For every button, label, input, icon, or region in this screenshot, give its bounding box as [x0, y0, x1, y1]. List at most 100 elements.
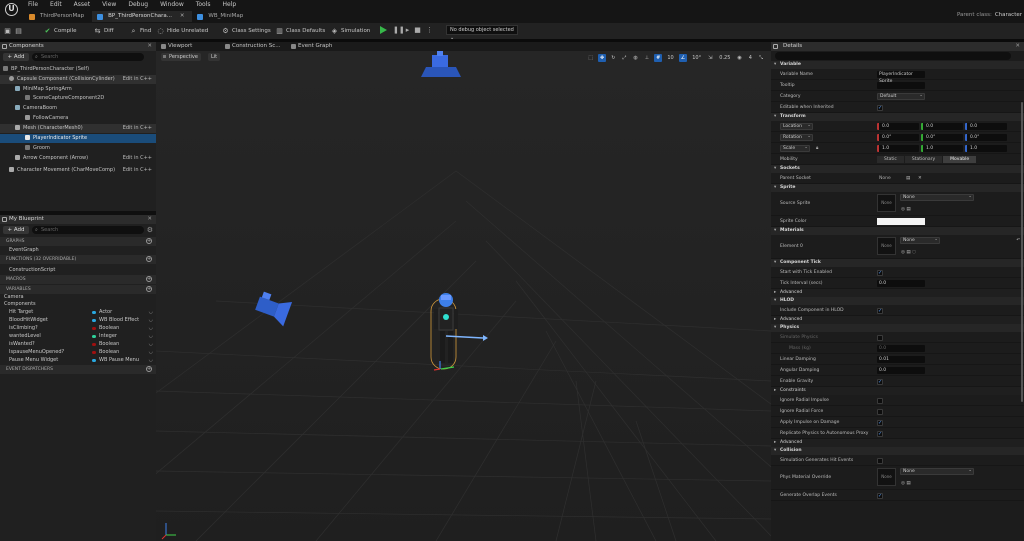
gear-icon[interactable]: ⚙: [147, 226, 153, 234]
find-button[interactable]: ⌕ Find: [130, 26, 152, 37]
browse-phys-material-icon[interactable]: ◎ ▤: [901, 478, 911, 489]
visibility-eye-icon[interactable]: ◡: [149, 340, 153, 348]
view-mode-dropdown[interactable]: Lit: [208, 53, 221, 61]
menu-debug[interactable]: Debug: [128, 1, 148, 8]
rotation-x[interactable]: 0.0°: [877, 134, 919, 141]
variable-row[interactable]: isClimbing? Boolean ◡: [0, 324, 156, 332]
tab-event-graph[interactable]: Event Graph: [290, 42, 332, 51]
components-search-input[interactable]: Search: [32, 53, 144, 61]
tab-viewport[interactable]: Viewport: [160, 42, 192, 51]
menu-view[interactable]: View: [102, 1, 116, 8]
translate-tool-icon[interactable]: ✥: [597, 53, 607, 62]
section-hlod[interactable]: HLOD: [771, 297, 1024, 305]
camera-speed-icon[interactable]: ◉: [735, 54, 743, 62]
tree-item-followcamera[interactable]: FollowCamera: [0, 114, 156, 123]
linear-damping-field[interactable]: 0.01: [877, 356, 925, 363]
menu-tools[interactable]: Tools: [196, 1, 211, 8]
visibility-eye-icon[interactable]: ◡: [149, 308, 153, 316]
unreal-logo-icon[interactable]: U: [5, 3, 18, 16]
hide-unrelated-button[interactable]: ◌ Hide Unrelated: [157, 26, 208, 37]
edit-in-cpp-link[interactable]: Edit in C++: [123, 154, 152, 163]
start-tick-checkbox[interactable]: ✓: [877, 270, 883, 276]
hit-events-checkbox[interactable]: [877, 458, 883, 464]
browse-button[interactable]: ▤: [15, 26, 22, 37]
variables-section-header[interactable]: VARIABLES +: [0, 285, 156, 294]
save-button[interactable]: ▣: [4, 26, 11, 37]
mobility-static[interactable]: Static: [877, 156, 904, 163]
tab-bp-thirdpersoncharacter[interactable]: BP_ThirdPersonChara... ✕: [92, 11, 193, 22]
more-options-icon[interactable]: ⋮: [425, 26, 434, 35]
menu-window[interactable]: Window: [160, 1, 184, 8]
add-dispatcher-icon[interactable]: +: [146, 366, 152, 372]
generate-overlap-checkbox[interactable]: ✓: [877, 493, 883, 499]
variable-name-field[interactable]: PlayerIndicator Sprite: [877, 71, 925, 84]
section-materials[interactable]: Materials: [771, 227, 1024, 235]
add-macro-icon[interactable]: +: [146, 276, 152, 282]
sprite-thumbnail[interactable]: None: [877, 194, 896, 212]
editable-checkbox[interactable]: ✓: [877, 105, 883, 111]
scale-dropdown[interactable]: Scale: [780, 145, 810, 152]
tree-item-arrow[interactable]: Arrow Component (Arrow) Edit in C++: [0, 154, 156, 163]
location-x[interactable]: 0.0: [877, 123, 919, 130]
mobility-stationary[interactable]: Stationary: [904, 156, 943, 163]
enable-gravity-checkbox[interactable]: ✓: [877, 379, 883, 385]
rotate-tool-icon[interactable]: ↻: [609, 54, 617, 62]
visibility-eye-icon[interactable]: ◡: [149, 332, 153, 340]
replicate-physics-checkbox[interactable]: ✓: [877, 431, 883, 437]
menu-file[interactable]: File: [28, 1, 38, 8]
add-member-button[interactable]: + Add: [3, 226, 29, 234]
section-variable[interactable]: Variable: [771, 61, 1024, 69]
clear-socket-icon[interactable]: ✕: [918, 173, 922, 184]
phys-material-dropdown[interactable]: None: [900, 468, 974, 475]
section-component-tick[interactable]: Component Tick: [771, 259, 1024, 267]
rotation-snap-value[interactable]: 10°: [690, 54, 703, 62]
graphs-section-header[interactable]: GRAPHS +: [0, 237, 156, 246]
camera-speed-value[interactable]: 4: [747, 54, 754, 62]
variable-row[interactable]: Pause Menu Widget WB Pause Menu ◡: [0, 356, 156, 364]
browse-socket-icon[interactable]: ▤: [906, 173, 910, 184]
section-sockets[interactable]: Sockets: [771, 165, 1024, 173]
visibility-eye-icon[interactable]: ◡: [149, 316, 153, 324]
step-button[interactable]: ▸: [403, 26, 412, 35]
location-dropdown[interactable]: Location: [780, 123, 813, 130]
browse-material-icon[interactable]: ◎ ▤ ◌: [901, 247, 916, 258]
class-settings-button[interactable]: ⚙ Class Settings: [222, 26, 270, 37]
category-dropdown[interactable]: Default: [877, 93, 925, 100]
edit-in-cpp-link[interactable]: Edit in C++: [123, 75, 152, 84]
tab-thirdpersonmap[interactable]: ThirdPersonMap: [24, 11, 92, 22]
close-icon[interactable]: ✕: [147, 42, 152, 51]
hlod-advanced-toggle[interactable]: Advanced: [771, 316, 1024, 324]
rotation-snap-toggle-icon[interactable]: ∠: [678, 53, 688, 62]
variable-row[interactable]: Hit Target Actor ◡: [0, 308, 156, 316]
grid-snap-value[interactable]: 10: [665, 54, 675, 62]
stop-button[interactable]: ■: [413, 26, 422, 35]
visibility-eye-icon[interactable]: ◡: [149, 356, 153, 364]
ignore-impulse-checkbox[interactable]: [877, 398, 883, 404]
tick-advanced-toggle[interactable]: Advanced: [771, 289, 1024, 297]
scale-y[interactable]: 1.0: [921, 145, 963, 152]
rotation-z[interactable]: 0.0°: [965, 134, 1007, 141]
sprite-color-swatch[interactable]: [877, 218, 925, 225]
world-space-icon[interactable]: ◍: [631, 54, 639, 62]
category-components[interactable]: Components: [0, 301, 156, 308]
debug-object-select[interactable]: No debug object selected ⌄: [446, 25, 518, 41]
variable-row[interactable]: IspauseMenuOpened? Boolean ◡: [0, 348, 156, 356]
scale-tool-icon[interactable]: ⤢: [620, 54, 628, 62]
menu-asset[interactable]: Asset: [74, 1, 90, 8]
tree-item-scenecapture[interactable]: SceneCaptureComponent2D: [0, 94, 156, 103]
tree-item-character-movement[interactable]: Character Movement (CharMoveComp) Edit in…: [0, 166, 156, 175]
surface-snap-icon[interactable]: ⊥: [643, 54, 651, 62]
angular-damping-field[interactable]: 0.0: [877, 367, 925, 374]
pause-button[interactable]: ❚❚: [393, 26, 405, 35]
tree-item-capsule[interactable]: Capsule Component (CollisionCylinder) Edi…: [0, 75, 156, 84]
grid-snap-toggle-icon[interactable]: #: [654, 53, 663, 62]
scale-snap-value[interactable]: 0.25: [717, 54, 732, 62]
graph-item-eventgraph[interactable]: EventGraph: [0, 246, 156, 254]
details-search-input[interactable]: [775, 52, 1011, 60]
play-button[interactable]: [380, 26, 387, 34]
function-item-constructionscript[interactable]: ConstructionScript: [0, 266, 156, 274]
section-transform[interactable]: Transform: [771, 113, 1024, 121]
macros-section-header[interactable]: MACROS +: [0, 275, 156, 284]
rotation-dropdown[interactable]: Rotation: [780, 134, 813, 141]
tree-item-groom[interactable]: Groom: [0, 144, 156, 153]
